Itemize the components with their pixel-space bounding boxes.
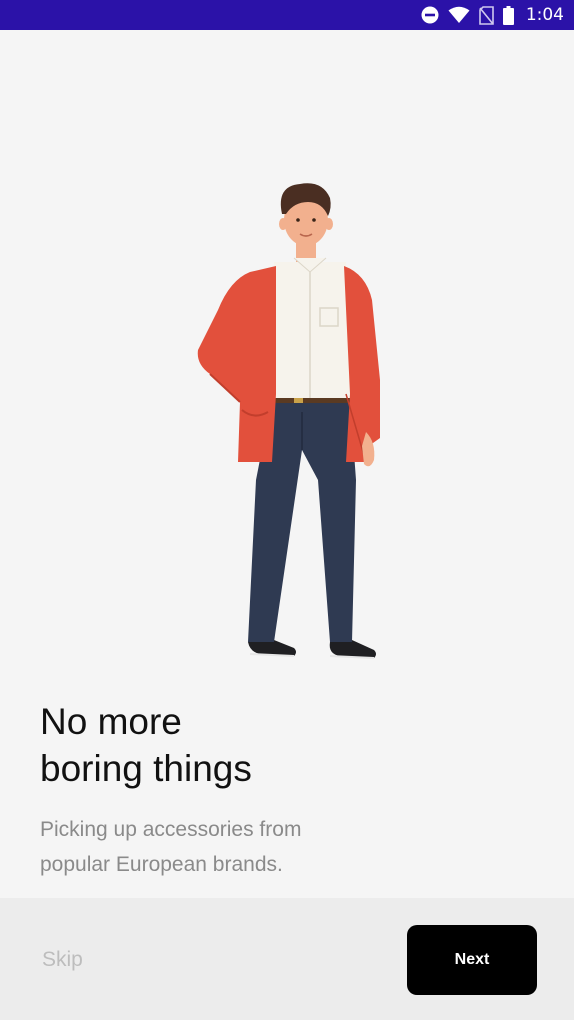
wifi-icon	[448, 6, 470, 24]
onboarding-subtitle: Picking up accessories from popular Euro…	[40, 812, 400, 882]
onboarding-footer: Skip Next	[0, 898, 574, 1020]
no-sim-icon	[479, 5, 494, 25]
onboarding-title: No more boring things	[40, 698, 460, 792]
status-time: 1:04	[525, 5, 564, 25]
next-button[interactable]: Next	[407, 925, 537, 995]
skip-button[interactable]: Skip	[42, 948, 83, 972]
status-icons: 1:04	[421, 0, 564, 30]
status-bar: 1:04	[0, 0, 574, 30]
man-in-red-cardigan-illustration	[197, 183, 380, 659]
onboarding-screen: No more boring things Picking up accesso…	[0, 30, 574, 898]
do-not-disturb-icon	[421, 6, 439, 24]
battery-icon	[502, 5, 514, 25]
onboarding-subtitle-line-1: Picking up accessories from	[40, 818, 302, 841]
onboarding-subtitle-line-2: popular European brands.	[40, 853, 283, 876]
onboarding-title-line-1: No more	[40, 701, 182, 742]
onboarding-title-line-2: boring things	[40, 748, 252, 789]
